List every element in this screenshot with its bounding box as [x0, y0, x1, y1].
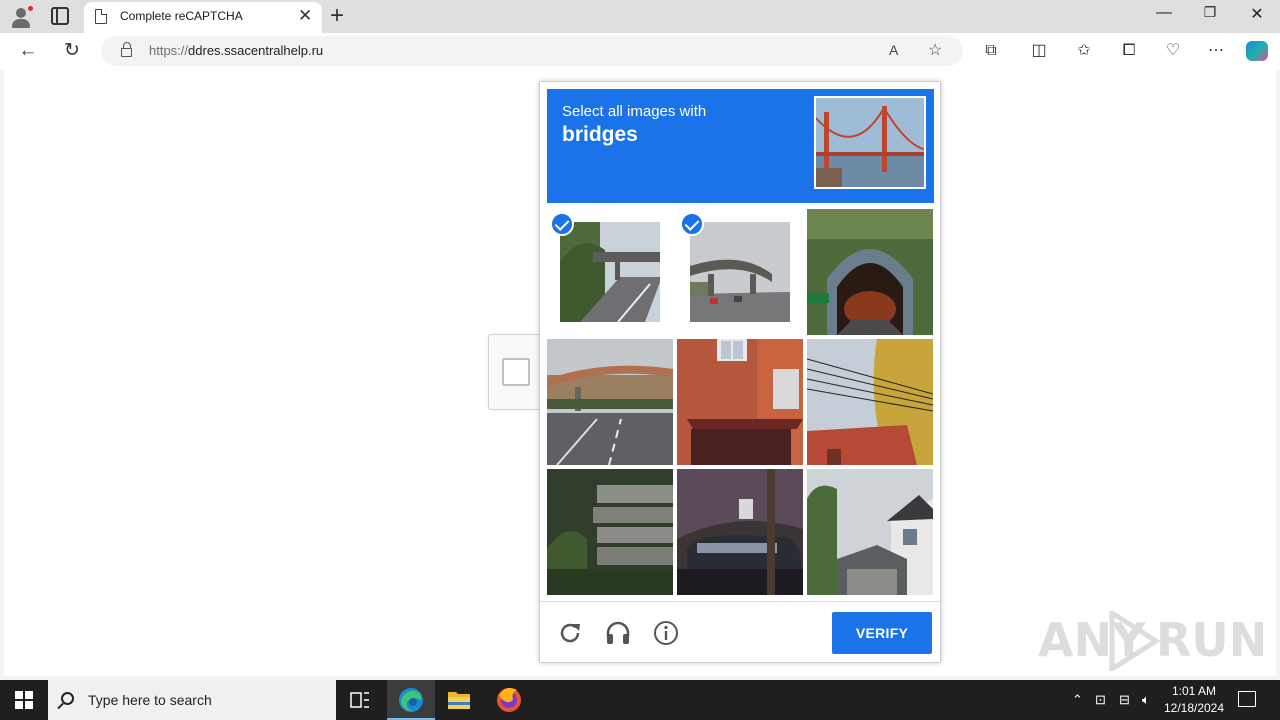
- play-logo-icon: [1109, 611, 1160, 671]
- verify-button[interactable]: VERIFY: [832, 612, 932, 654]
- refresh-button[interactable]: ↻: [59, 39, 85, 63]
- captcha-tile-8[interactable]: [677, 469, 803, 595]
- captcha-tile-1[interactable]: [547, 209, 673, 335]
- restore-button[interactable]: ❐: [1187, 4, 1233, 28]
- browser-essentials-icon[interactable]: ♡: [1160, 39, 1186, 63]
- challenge-target: bridges: [562, 123, 638, 146]
- captcha-tile-4[interactable]: [547, 339, 673, 465]
- settings-more-icon[interactable]: ⋯: [1203, 39, 1229, 63]
- browser-tab[interactable]: Complete reCAPTCHA ✕: [84, 2, 322, 33]
- edge-taskbar-icon[interactable]: [387, 680, 435, 720]
- split-screen-icon[interactable]: ◫: [1026, 39, 1052, 63]
- challenge-header: Select all images with bridges: [547, 89, 934, 203]
- search-icon: [61, 692, 74, 705]
- read-aloud-icon[interactable]: A: [889, 42, 898, 58]
- captcha-tile-3[interactable]: [807, 209, 933, 335]
- tab-close-icon[interactable]: ✕: [298, 6, 312, 26]
- recaptcha-challenge: Select all images with bridges VERIFY: [539, 81, 941, 663]
- volume-icon[interactable]: 🔈︎: [1142, 692, 1150, 708]
- recaptcha-anchor: [488, 334, 540, 410]
- clock-date: 12/18/2024: [1163, 701, 1225, 715]
- selected-check-icon: [550, 212, 574, 236]
- firefox-icon[interactable]: [485, 680, 533, 720]
- footer-divider: [540, 601, 940, 602]
- file-explorer-icon[interactable]: [435, 680, 483, 720]
- page-icon: [95, 9, 107, 24]
- taskbar-search[interactable]: Type here to search: [48, 680, 336, 720]
- search-placeholder: Type here to search: [88, 692, 212, 708]
- captcha-tile-5[interactable]: [677, 339, 803, 465]
- task-view-icon[interactable]: [336, 680, 384, 720]
- notifications-icon[interactable]: [1238, 691, 1256, 707]
- favorite-star-icon[interactable]: ☆: [928, 40, 942, 60]
- captcha-tile-7[interactable]: [547, 469, 673, 595]
- favorites-icon[interactable]: ✩: [1071, 39, 1097, 63]
- tab-bar: Complete reCAPTCHA ✕ + — ❐ ✕: [0, 0, 1280, 33]
- captcha-tile-6[interactable]: [807, 339, 933, 465]
- extensions-icon[interactable]: ⧉: [978, 39, 1004, 63]
- audio-challenge-icon[interactable]: [604, 619, 632, 647]
- clock-time: 1:01 AM: [1171, 684, 1217, 698]
- sample-image: [814, 96, 926, 189]
- taskbar: Type here to search ⌃ ⊡ ⊟ 🔈︎ 1:01 AM 12/…: [0, 680, 1280, 720]
- info-icon[interactable]: [652, 619, 680, 647]
- minimize-button[interactable]: —: [1141, 4, 1187, 28]
- tab-title: Complete reCAPTCHA: [120, 9, 243, 23]
- recaptcha-checkbox[interactable]: [502, 358, 530, 386]
- network-icon[interactable]: ⊟: [1119, 692, 1130, 708]
- lock-icon[interactable]: [121, 42, 132, 57]
- challenge-instruction: Select all images with: [562, 103, 707, 120]
- profile-icon[interactable]: [8, 4, 34, 30]
- url-text[interactable]: https://ddres.ssacentralhelp.ru: [149, 43, 323, 58]
- windows-start-icon[interactable]: [15, 691, 33, 709]
- browser-toolbar: ← ↻ https://ddres.ssacentralhelp.ru A ☆ …: [0, 33, 1280, 70]
- reload-icon[interactable]: [556, 619, 584, 647]
- collections-icon[interactable]: ⧠: [1116, 39, 1142, 63]
- system-clock[interactable]: 1:01 AM 12/18/2024: [1158, 683, 1230, 717]
- tab-actions-icon[interactable]: [51, 7, 69, 25]
- anyrun-watermark: ANY RUN: [1038, 611, 1267, 671]
- address-bar[interactable]: https://ddres.ssacentralhelp.ru A ☆: [101, 36, 963, 66]
- copilot-icon[interactable]: [1246, 41, 1268, 61]
- captcha-tile-2[interactable]: [677, 209, 803, 335]
- device-icon[interactable]: ⊡: [1095, 692, 1106, 708]
- captcha-tile-9[interactable]: [807, 469, 933, 595]
- show-hidden-icons[interactable]: ⌃: [1072, 692, 1083, 708]
- new-tab-button[interactable]: +: [330, 2, 344, 30]
- close-window-button[interactable]: ✕: [1234, 4, 1280, 28]
- watermark-right-text: RUN: [1156, 613, 1268, 667]
- back-button[interactable]: ←: [15, 39, 41, 63]
- selected-check-icon: [680, 212, 704, 236]
